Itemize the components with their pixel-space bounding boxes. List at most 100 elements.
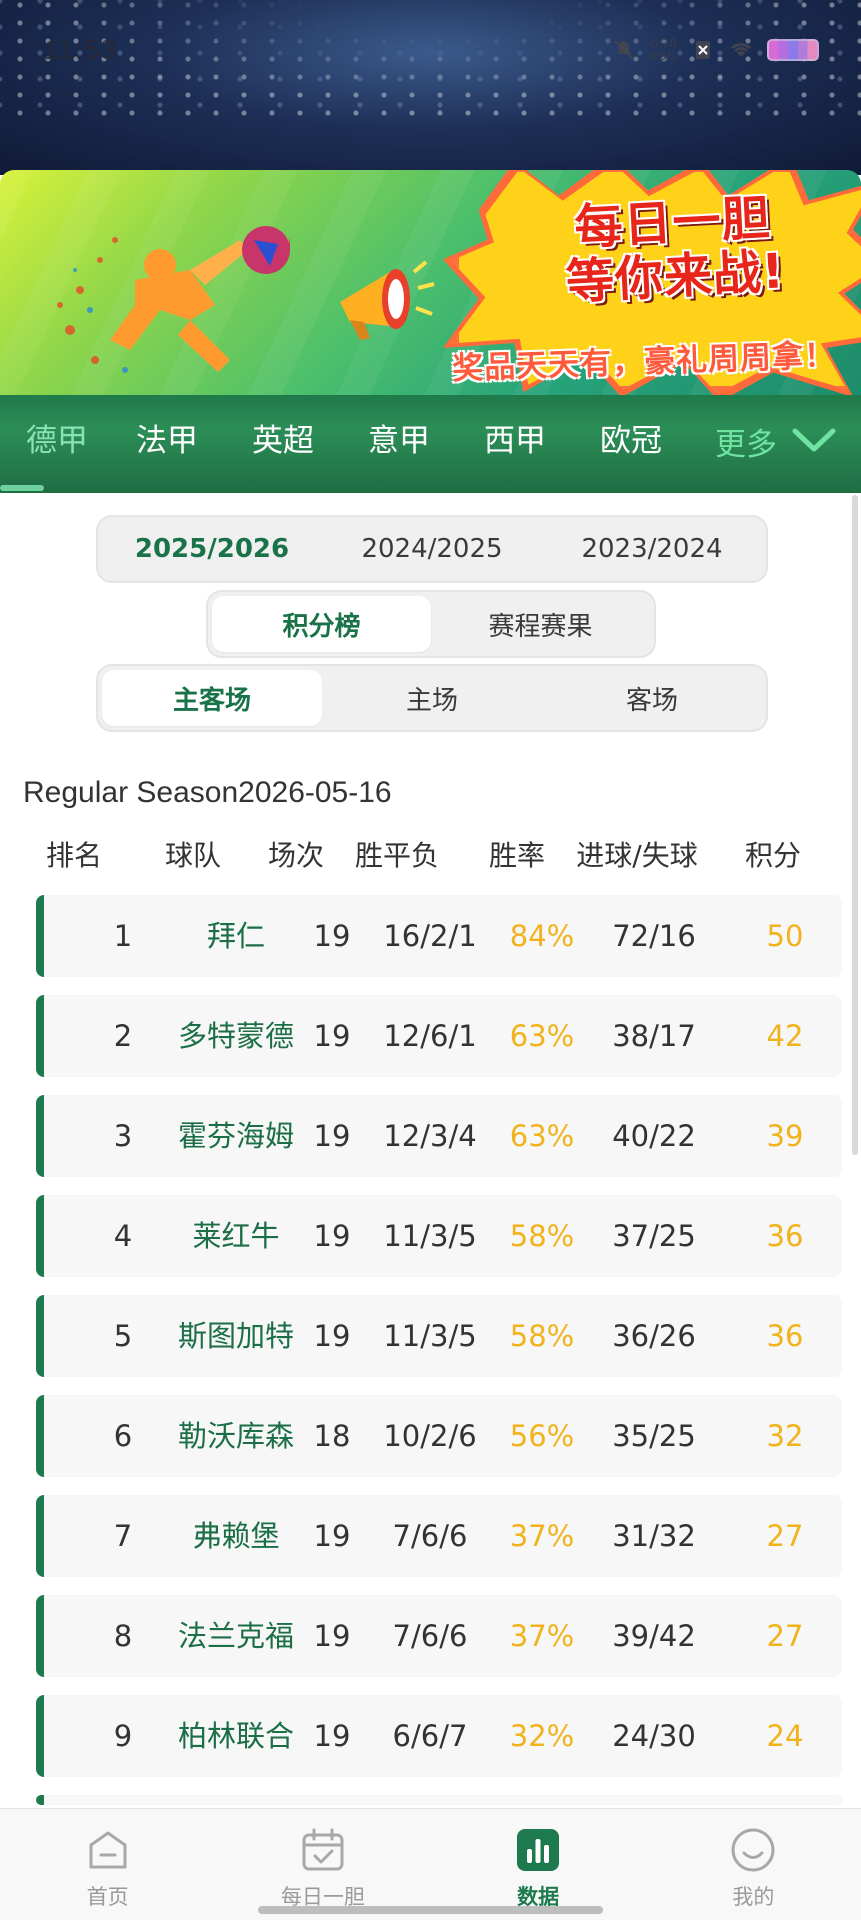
cell-team: 拜仁 xyxy=(206,919,266,953)
cell-goals: 31/32 xyxy=(612,1519,696,1553)
table-row[interactable]: 9 柏林联合 19 6/6/7 32% 24/30 24 xyxy=(36,1695,842,1777)
active-tab-indicator xyxy=(0,485,44,491)
cell-team: 斯图加特 xyxy=(177,1319,295,1353)
cell-pts: 42 xyxy=(766,1019,804,1053)
league-tab-bundesliga[interactable]: 德甲 xyxy=(26,395,88,493)
megaphone-icon xyxy=(340,260,435,340)
cell-pts: 27 xyxy=(766,1619,804,1653)
cell-played: 19 xyxy=(313,1319,351,1353)
season-tab-2025-2026[interactable]: 2025/2026 xyxy=(102,521,322,577)
table-row[interactable]: 6 勒沃库森 18 10/2/6 56% 35/25 32 xyxy=(36,1395,842,1477)
league-tab-champions-league[interactable]: 欧冠 xyxy=(600,395,662,493)
cell-wdl: 10/2/6 xyxy=(383,1419,477,1453)
status-time: 11:53 xyxy=(44,34,117,65)
data-type-selector: 积分榜 赛程赛果 xyxy=(206,590,656,658)
cell-pts: 50 xyxy=(766,919,804,953)
cell-wdl: 7/6/6 xyxy=(392,1619,468,1653)
nav-profile[interactable]: 我的 xyxy=(646,1809,861,1920)
bar-chart-icon xyxy=(517,1829,560,1871)
cell-team: 勒沃库森 xyxy=(177,1419,295,1453)
cell-wdl: 7/6/6 xyxy=(392,1519,468,1553)
league-tab-la-liga[interactable]: 西甲 xyxy=(484,395,546,493)
cell-rank: 7 xyxy=(113,1519,133,1553)
header-team: 球队 xyxy=(164,839,222,872)
calendar-check-icon xyxy=(302,1828,344,1871)
scrollbar[interactable] xyxy=(852,495,858,1155)
cell-rate: 63% xyxy=(509,1119,575,1153)
league-tab-ligue1[interactable]: 法甲 xyxy=(136,395,198,493)
cell-pts: 24 xyxy=(766,1719,804,1753)
smiley-icon xyxy=(731,1828,775,1872)
season-label: Regular Season2026-05-16 xyxy=(23,776,392,809)
cell-wdl: 12/3/4 xyxy=(383,1119,477,1153)
wifi-icon xyxy=(731,43,751,57)
cell-rate: 84% xyxy=(509,919,575,953)
cell-goals: 35/25 xyxy=(612,1419,696,1453)
cell-rank: 5 xyxy=(113,1319,133,1353)
cell-played: 19 xyxy=(313,1119,351,1153)
table-row[interactable]: 7 弗赖堡 19 7/6/6 37% 31/32 27 xyxy=(36,1495,842,1577)
status-icons: 0.70 KB/s xyxy=(612,38,819,62)
cell-played: 19 xyxy=(313,1619,351,1653)
table-header: 排名 球队 场次 胜平负 胜率 进球/失球 积分 xyxy=(0,834,861,874)
table-row[interactable]: 5 斯图加特 19 11/3/5 58% 36/26 36 xyxy=(36,1295,842,1377)
table-row[interactable]: 8 法兰克福 19 7/6/6 37% 39/42 27 xyxy=(36,1595,842,1677)
sim-icon xyxy=(696,41,710,59)
chevron-down-icon xyxy=(792,428,836,452)
cell-rank: 1 xyxy=(113,919,133,953)
cell-wdl: 12/6/1 xyxy=(383,1019,477,1053)
header-rank: 排名 xyxy=(45,839,103,872)
table-row[interactable]: 3 霍芬海姆 19 12/3/4 63% 40/22 39 xyxy=(36,1095,842,1177)
standings-list: 1 拜仁 19 16/2/1 84% 72/16 50 2 多特蒙德 19 12/6/1 63% 38/… xyxy=(36,895,842,1805)
cell-wdl: 11/3/5 xyxy=(383,1319,477,1353)
cell-wdl: 6/6/7 xyxy=(392,1719,468,1753)
more-leagues-button[interactable]: 更多 xyxy=(715,395,837,487)
nav-data[interactable]: 数据 xyxy=(431,1809,646,1920)
tab-home-away[interactable]: 主客场 xyxy=(102,670,322,726)
promo-banner[interactable]: 每日一胆 等你来战! 奖品天天有，豪礼周周拿！ xyxy=(0,170,861,395)
network-speed: 0.70 KB/s xyxy=(650,38,677,62)
nav-label-home: 首页 xyxy=(86,1885,129,1909)
league-tab-serie-a[interactable]: 意甲 xyxy=(368,395,430,493)
venue-selector: 主客场 主场 客场 xyxy=(96,664,768,732)
nav-label-profile: 我的 xyxy=(732,1885,775,1909)
cell-rate: 58% xyxy=(509,1219,575,1253)
cell-wdl: 16/2/1 xyxy=(383,919,477,953)
table-row[interactable]: 4 莱红牛 19 11/3/5 58% 37/25 36 xyxy=(36,1195,842,1277)
nav-home[interactable]: 首页 xyxy=(0,1809,215,1920)
cell-team: 霍芬海姆 xyxy=(177,1119,295,1153)
tab-standings[interactable]: 积分榜 xyxy=(212,596,431,652)
cell-team: 多特蒙德 xyxy=(177,1019,295,1053)
cell-played: 18 xyxy=(313,1419,351,1453)
season-selector: 2025/2026 2024/2025 2023/2024 xyxy=(96,515,768,583)
cell-pts: 27 xyxy=(766,1519,804,1553)
cell-goals: 24/30 xyxy=(612,1719,696,1753)
nav-daily-pick[interactable]: 每日一胆 xyxy=(215,1809,430,1920)
table-row[interactable]: 2 多特蒙德 19 12/6/1 63% 38/17 42 xyxy=(36,995,842,1077)
table-row[interactable]: 1 拜仁 19 16/2/1 84% 72/16 50 xyxy=(36,895,842,977)
battery-icon xyxy=(767,39,819,61)
tab-home[interactable]: 主场 xyxy=(322,670,542,726)
cell-goals: 36/26 xyxy=(612,1319,696,1353)
home-indicator[interactable] xyxy=(258,1906,603,1914)
header-wdl: 胜平负 xyxy=(354,839,440,872)
net-speed-unit: KB/s xyxy=(650,49,677,63)
cell-played: 19 xyxy=(313,1519,351,1553)
season-tab-2023-2024[interactable]: 2023/2024 xyxy=(542,521,762,577)
tab-fixtures-results[interactable]: 赛程赛果 xyxy=(431,596,650,652)
tab-away[interactable]: 客场 xyxy=(542,670,762,726)
season-tab-2024-2025[interactable]: 2024/2025 xyxy=(322,521,542,577)
cell-played: 19 xyxy=(313,1019,351,1053)
header-win-rate: 胜率 xyxy=(488,839,546,872)
cell-goals: 37/25 xyxy=(612,1219,696,1253)
cell-rate: 56% xyxy=(509,1419,575,1453)
header-goals: 进球/失球 xyxy=(576,839,698,872)
banner-title: 每日一胆 等你来战! xyxy=(511,188,836,313)
cell-goals: 38/17 xyxy=(612,1019,696,1053)
cell-goals: 72/16 xyxy=(612,919,696,953)
cell-played: 19 xyxy=(313,1719,351,1753)
cell-goals: 40/22 xyxy=(612,1119,696,1153)
header-played: 场次 xyxy=(267,839,325,872)
league-tab-premier-league[interactable]: 英超 xyxy=(252,395,314,493)
cell-played: 19 xyxy=(313,1219,351,1253)
